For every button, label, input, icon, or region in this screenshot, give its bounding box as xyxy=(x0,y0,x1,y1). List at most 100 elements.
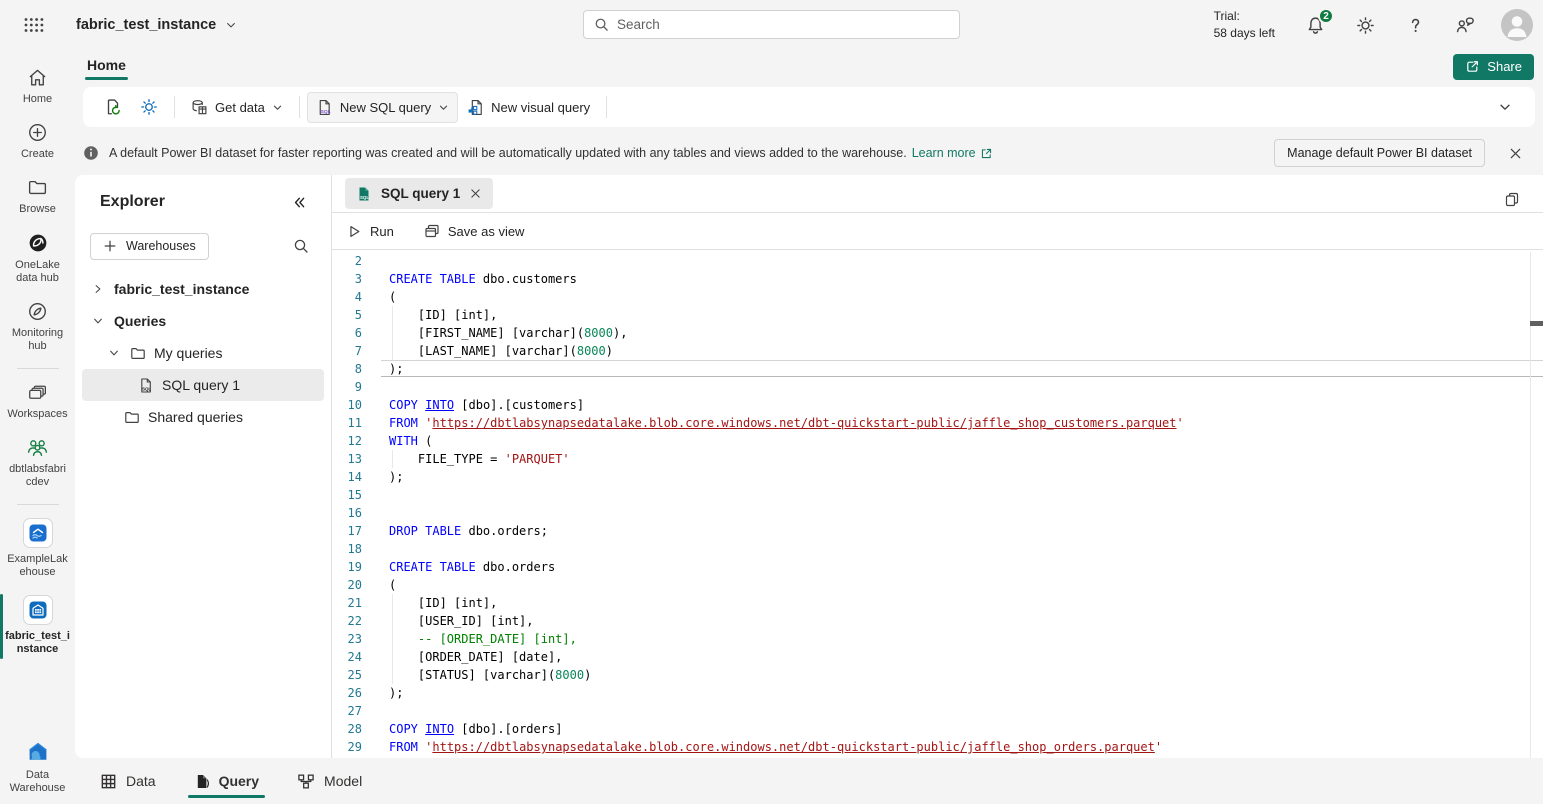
code-text: DROP TABLE dbo.orders; xyxy=(362,522,548,540)
settings-button[interactable] xyxy=(1351,11,1379,39)
trial-status: Trial: 58 days left xyxy=(1214,8,1275,43)
chevron-down-icon[interactable] xyxy=(106,347,122,359)
editor-scroll-marker[interactable] xyxy=(1530,321,1543,326)
code-line-16[interactable]: 16 xyxy=(332,504,1543,522)
feedback-button[interactable] xyxy=(1451,11,1479,39)
bottom-tab-label: Model xyxy=(324,773,362,789)
sqlfile-icon: SQL xyxy=(138,377,154,394)
search-input[interactable] xyxy=(617,17,949,32)
refresh-script-button[interactable] xyxy=(95,91,131,123)
get-data-button[interactable]: Get data xyxy=(182,92,292,123)
rail-item-fabric-test-instance[interactable]: fabric_test_instance xyxy=(0,588,75,665)
rail-item-data-warehouse[interactable]: DataWarehouse xyxy=(0,733,75,804)
code-line-18[interactable]: 18 xyxy=(332,540,1543,558)
code-line-29[interactable]: 29FROM 'https://dbtlabsynapsedatalake.bl… xyxy=(332,738,1543,756)
code-line-28[interactable]: 28COPY INTO [dbo].[orders] xyxy=(332,720,1543,738)
code-text: FROM 'https://dbtlabsynapsedatalake.blob… xyxy=(362,738,1162,756)
rail-item-monitoring-hub[interactable]: Monitoringhub xyxy=(0,294,75,362)
get-data-label: Get data xyxy=(215,100,265,115)
code-line-22[interactable]: 22 [USER_ID] [int], xyxy=(332,612,1543,630)
line-number: 14 xyxy=(332,468,362,486)
rail-divider xyxy=(17,504,59,505)
tab-home[interactable]: Home xyxy=(85,53,128,81)
new-visual-query-button[interactable]: New visual query xyxy=(458,92,599,123)
copy-button[interactable] xyxy=(1498,185,1526,213)
code-line-7[interactable]: 7 [LAST_NAME] [varchar](8000) xyxy=(332,342,1543,360)
code-text xyxy=(362,540,389,558)
code-line-3[interactable]: 3CREATE TABLE dbo.customers xyxy=(332,270,1543,288)
sql-query-tab[interactable]: SQL SQL query 1 xyxy=(345,178,493,209)
code-line-10[interactable]: 10COPY INTO [dbo].[customers] xyxy=(332,396,1543,414)
code-line-17[interactable]: 17DROP TABLE dbo.orders; xyxy=(332,522,1543,540)
rail-item-workspaces[interactable]: Workspaces xyxy=(0,375,75,430)
code-text: ); xyxy=(362,684,403,702)
tree-item-sql-query-1[interactable]: SQL SQL query 1 xyxy=(82,369,324,401)
tree-item-shared-queries[interactable]: Shared queries xyxy=(82,401,324,433)
code-line-12[interactable]: 12WITH ( xyxy=(332,432,1543,450)
sql-code-editor[interactable]: 23CREATE TABLE dbo.customers4(5 [ID] [in… xyxy=(332,252,1543,758)
collapse-ribbon-button[interactable] xyxy=(1491,93,1519,121)
tree-item-fabric-test-instance[interactable]: fabric_test_instance xyxy=(82,273,324,305)
code-line-15[interactable]: 15 xyxy=(332,486,1543,504)
rail-item-examplelakehouse[interactable]: ExampleLakehouse xyxy=(0,511,75,588)
global-search[interactable] xyxy=(583,10,960,39)
learn-more-link[interactable]: Learn more xyxy=(912,146,993,160)
code-line-11[interactable]: 11FROM 'https://dbtlabsynapsedatalake.bl… xyxy=(332,414,1543,432)
new-sql-query-button[interactable]: SQL New SQL query xyxy=(307,92,458,123)
account-avatar[interactable] xyxy=(1501,9,1533,41)
rail-item-home[interactable]: Home xyxy=(0,60,75,115)
chevron-down-icon[interactable] xyxy=(90,315,106,327)
code-line-8[interactable]: 8); xyxy=(332,360,1543,378)
chevron-right-icon[interactable] xyxy=(90,283,106,295)
rail-item-dbtlabsfabricdev[interactable]: dbtlabsfabricdev xyxy=(0,430,75,498)
code-line-9[interactable]: 9 xyxy=(332,378,1543,396)
code-line-13[interactable]: 13 FILE_TYPE = 'PARQUET' xyxy=(332,450,1543,468)
rail-item-browse[interactable]: Browse xyxy=(0,170,75,225)
tree-item-queries[interactable]: Queries xyxy=(82,305,324,337)
bottom-tab-model[interactable]: Model xyxy=(295,767,364,796)
rail-item-label: dbtlabsfabricdev xyxy=(9,463,66,489)
manage-default-dataset-button[interactable]: Manage default Power BI dataset xyxy=(1274,139,1485,167)
toolbar-divider xyxy=(606,96,607,118)
line-number: 7 xyxy=(332,342,362,360)
code-line-21[interactable]: 21 [ID] [int], xyxy=(332,594,1543,612)
code-line-19[interactable]: 19CREATE TABLE dbo.orders xyxy=(332,558,1543,576)
gear-icon xyxy=(1356,16,1375,35)
code-line-4[interactable]: 4( xyxy=(332,288,1543,306)
rail-item-onelake-data-hub[interactable]: OneLakedata hub xyxy=(0,225,75,294)
code-line-24[interactable]: 24 [ORDER_DATE] [date], xyxy=(332,648,1543,666)
explorer-search-button[interactable] xyxy=(287,232,315,260)
app-launcher-button[interactable] xyxy=(20,11,48,39)
bottom-tab-query[interactable]: Query xyxy=(192,767,261,796)
settings-gear-button[interactable] xyxy=(131,91,167,123)
line-number: 5 xyxy=(332,306,362,324)
help-icon xyxy=(1406,16,1425,35)
editor-panel: SQL SQL query 1 Run Save as view 23CREAT… xyxy=(332,175,1543,758)
code-line-23[interactable]: 23 -- [ORDER_DATE] [int], xyxy=(332,630,1543,648)
line-number: 29 xyxy=(332,738,362,756)
help-button[interactable] xyxy=(1401,11,1429,39)
tree-item-label: SQL query 1 xyxy=(162,377,240,393)
notifications-button[interactable]: 2 xyxy=(1301,11,1329,39)
line-number: 13 xyxy=(332,450,362,468)
code-line-26[interactable]: 26); xyxy=(332,684,1543,702)
save-as-view-button[interactable]: Save as view xyxy=(424,223,525,239)
code-line-25[interactable]: 25 [STATUS] [varchar](8000) xyxy=(332,666,1543,684)
rail-item-create[interactable]: Create xyxy=(0,115,75,170)
bottom-tab-data[interactable]: Data xyxy=(98,767,158,796)
code-line-27[interactable]: 27 xyxy=(332,702,1543,720)
banner-close-button[interactable] xyxy=(1501,139,1529,167)
code-line-20[interactable]: 20( xyxy=(332,576,1543,594)
share-button[interactable]: Share xyxy=(1453,54,1534,80)
new-warehouse-button[interactable]: Warehouses xyxy=(90,233,209,260)
code-line-6[interactable]: 6 [FIRST_NAME] [varchar](8000), xyxy=(332,324,1543,342)
info-icon xyxy=(83,145,99,161)
collapse-explorer-button[interactable] xyxy=(285,188,313,216)
code-line-14[interactable]: 14); xyxy=(332,468,1543,486)
tree-item-my-queries[interactable]: My queries xyxy=(82,337,324,369)
workspace-title-dropdown[interactable]: fabric_test_instance xyxy=(76,17,237,33)
code-line-5[interactable]: 5 [ID] [int], xyxy=(332,306,1543,324)
code-line-2[interactable]: 2 xyxy=(332,252,1543,270)
close-icon[interactable] xyxy=(469,187,482,200)
run-button[interactable]: Run xyxy=(347,224,394,239)
